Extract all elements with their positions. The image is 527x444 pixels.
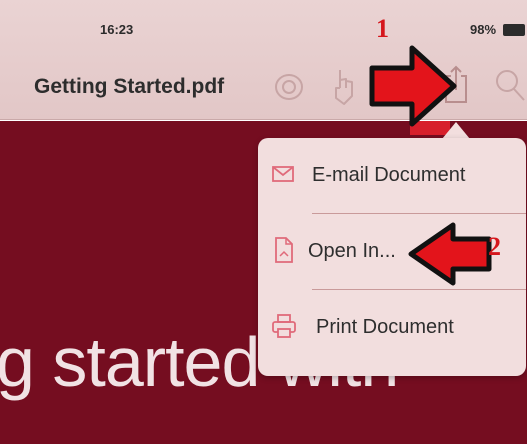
- status-time: 16:23: [100, 22, 134, 37]
- step-number-1: 1: [376, 14, 389, 43]
- annotation-arrow-right-icon: [369, 45, 457, 127]
- annotation-arrow-left-icon: [408, 222, 492, 286]
- document-title: Getting Started.pdf: [34, 75, 225, 98]
- menu-item-label: E-mail Document: [312, 164, 466, 186]
- battery-percentage: 98%: [470, 22, 497, 37]
- touch-icon[interactable]: [330, 66, 358, 106]
- search-icon[interactable]: [494, 68, 526, 102]
- step-number-2: 2: [488, 232, 501, 261]
- menu-item-print-document[interactable]: Print Document: [258, 290, 526, 364]
- menu-item-label: Print Document: [316, 316, 454, 338]
- printer-icon: [272, 314, 296, 338]
- eye-icon[interactable]: [274, 73, 304, 101]
- file-icon: [275, 237, 293, 263]
- mail-icon: [272, 166, 294, 182]
- battery-icon: [503, 24, 525, 36]
- menu-item-email-document[interactable]: E-mail Document: [258, 138, 526, 212]
- menu-item-label: Open In...: [308, 240, 396, 262]
- app-window: 16:23 98% Getting Started.pdf g started …: [0, 0, 527, 444]
